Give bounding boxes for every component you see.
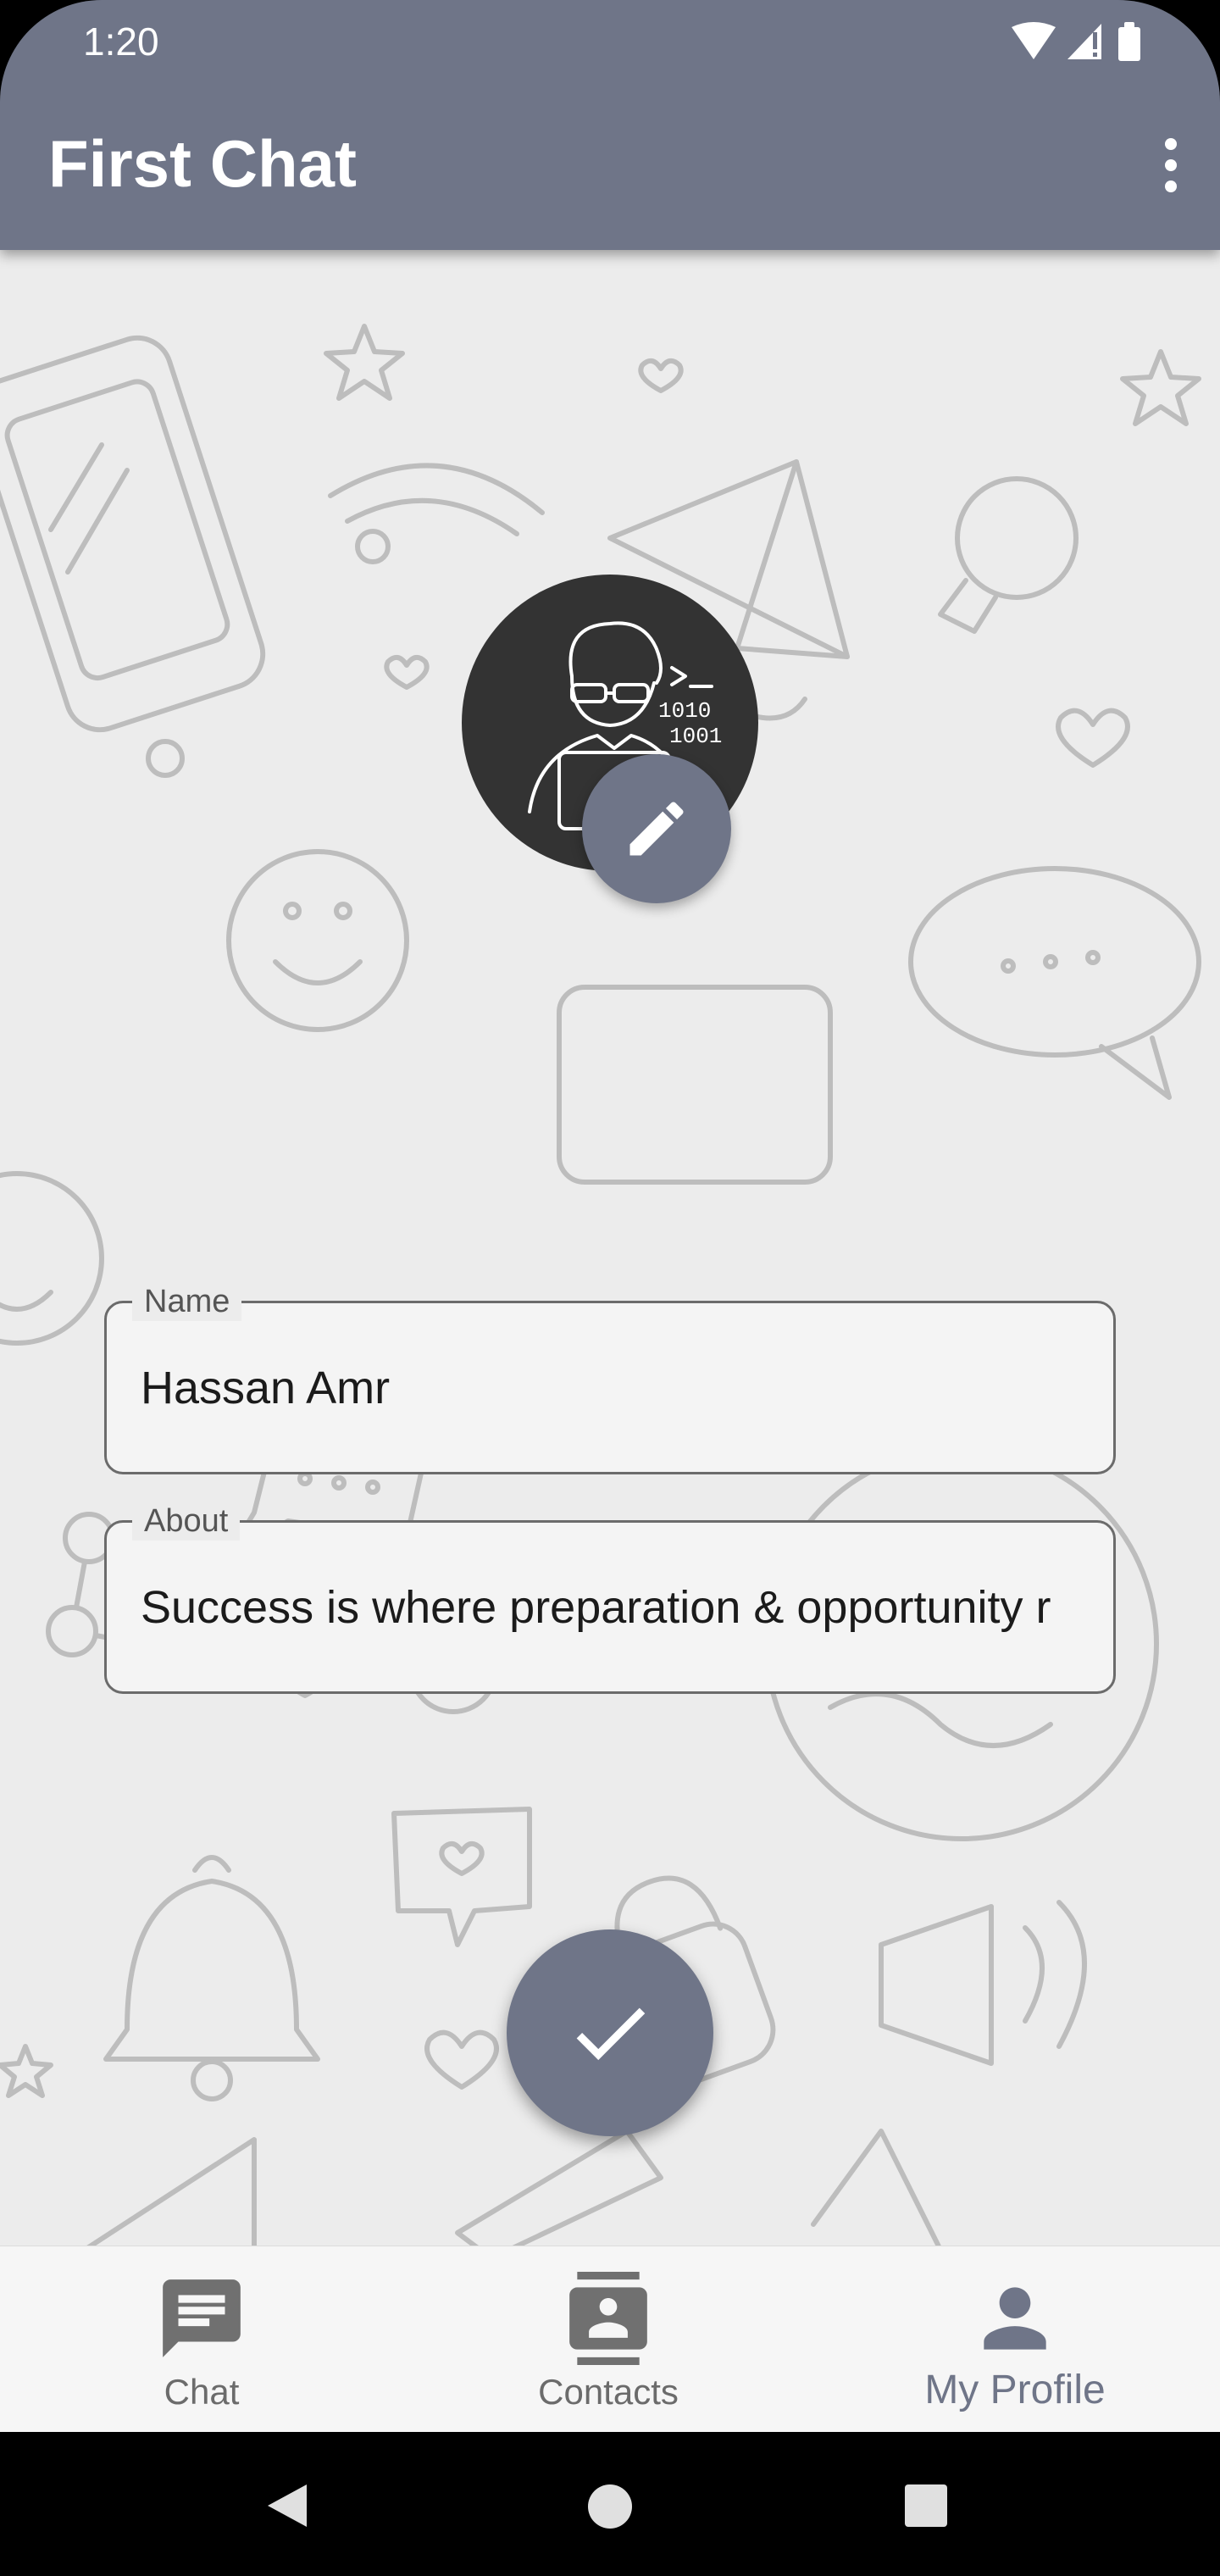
- status-icons: [1008, 20, 1169, 63]
- heart-doodle-icon: [424, 2029, 499, 2090]
- menu-dot: [1165, 138, 1177, 150]
- speech-bubble-doodle-icon: [908, 866, 1201, 1100]
- heart-doodle-icon: [1056, 708, 1130, 768]
- smiley-doodle-icon: [226, 849, 409, 1032]
- star-doodle-icon: [324, 324, 405, 401]
- chat-icon: [163, 2279, 241, 2357]
- nav-label-contacts: Contacts: [538, 2372, 679, 2412]
- name-field[interactable]: Name: [104, 1282, 1116, 1474]
- recents-icon[interactable]: [903, 2483, 949, 2529]
- edit-photo-button[interactable]: [582, 754, 731, 903]
- nav-item-my-profile[interactable]: My Profile: [862, 2246, 1167, 2433]
- heart-doodle-icon: [638, 358, 684, 393]
- wifi-doodle-icon: [328, 463, 545, 564]
- name-input[interactable]: [141, 1303, 1081, 1472]
- back-icon[interactable]: [263, 2481, 312, 2530]
- more-vert-icon[interactable]: [1145, 127, 1196, 203]
- app-title: First Chat: [48, 126, 358, 201]
- phone-doodle-icon: [0, 335, 266, 778]
- profile-content: 1010 1001 Name About: [0, 250, 1220, 2246]
- wifi-icon: [1012, 22, 1056, 59]
- nav-item-chat[interactable]: Chat: [49, 2246, 354, 2433]
- about-field[interactable]: About: [104, 1502, 1116, 1694]
- pencil-icon: [629, 802, 684, 856]
- home-icon[interactable]: [586, 2483, 634, 2530]
- check-icon: [576, 2007, 646, 2061]
- cellular-signal-icon: [1068, 24, 1101, 59]
- save-button[interactable]: [507, 1929, 713, 2136]
- person-icon: [984, 2287, 1046, 2350]
- bell-doodle-icon: [103, 1855, 320, 2101]
- menu-dot: [1165, 180, 1177, 192]
- note-doodle-icon: [811, 2129, 941, 2246]
- nav-label-my-profile: My Profile: [924, 2368, 1106, 2412]
- video-doodle-icon: [557, 985, 833, 1185]
- contacts-icon: [569, 2272, 647, 2365]
- system-navigation-bar: [0, 2432, 1220, 2576]
- app-bar: 1:20 First Chat: [0, 0, 1220, 250]
- svg-text:1001: 1001: [669, 724, 722, 749]
- phone-screen: 1:20 First Chat 1010 1001 Name Hassan Am…: [0, 0, 1220, 2576]
- star-doodle-icon: [0, 2044, 53, 2098]
- about-input[interactable]: [141, 1523, 1081, 1691]
- nav-item-contacts[interactable]: Contacts: [456, 2246, 761, 2433]
- megaphone-doodle-icon: [879, 1900, 1087, 2066]
- light-bulb-doodle-icon: [938, 476, 1079, 634]
- menu-dot: [1165, 159, 1177, 171]
- bottom-navigation: Chat Contacts My Profile: [0, 2246, 1220, 2432]
- heart-message-doodle-icon: [391, 1807, 532, 1947]
- paper-plane-doodle-icon: [86, 2137, 257, 2246]
- nav-label-chat: Chat: [164, 2372, 240, 2412]
- smiley-doodle-icon: [0, 1171, 104, 1346]
- pencil-doodle-icon: [455, 2129, 663, 2246]
- heart-doodle-icon: [384, 654, 430, 690]
- battery-icon: [1118, 22, 1140, 61]
- star-doodle-icon: [1120, 349, 1201, 426]
- svg-text:1010: 1010: [658, 698, 711, 724]
- status-time: 1:20: [83, 19, 159, 64]
